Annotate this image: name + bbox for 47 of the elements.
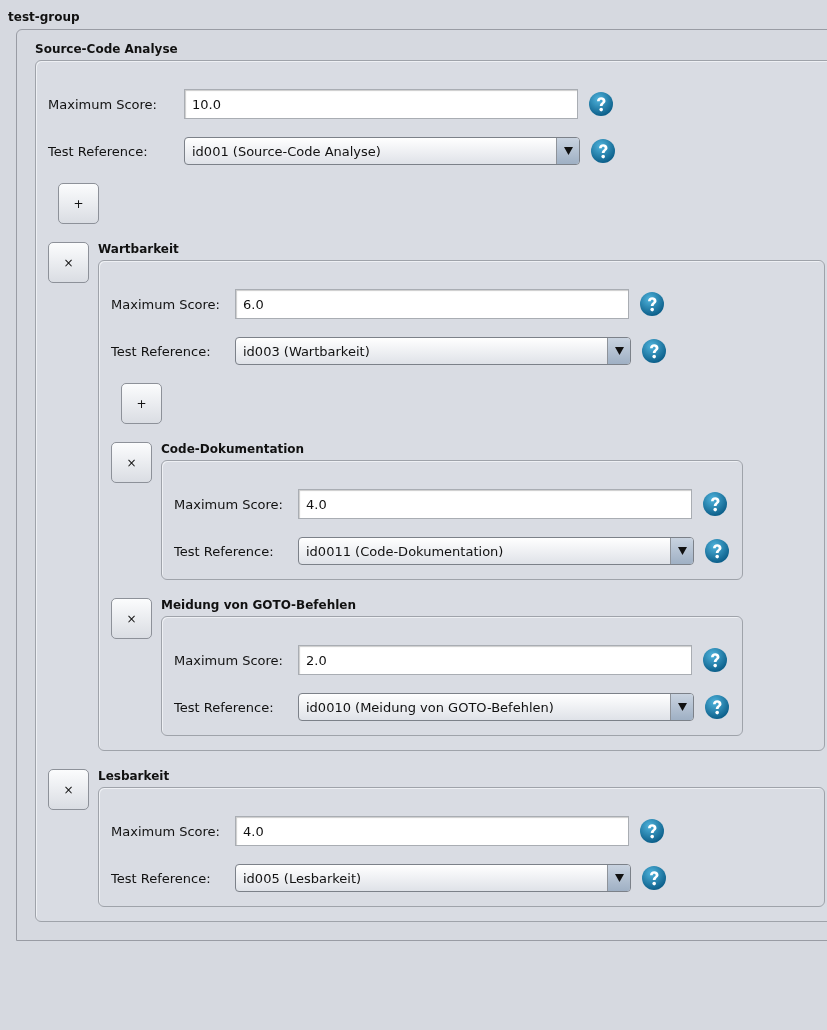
- maximum-score-field[interactable]: 10.0: [184, 89, 578, 119]
- group-title: Code-Dokumentation: [161, 442, 306, 457]
- remove-button[interactable]: ×: [48, 769, 89, 810]
- field-label: Test Reference:: [174, 543, 275, 559]
- field-label: Test Reference:: [111, 870, 212, 886]
- help-icon[interactable]: [702, 491, 728, 517]
- maximum-score-field[interactable]: 4.0: [298, 489, 692, 519]
- test-reference-dropdown[interactable]: id005 (Lesbarkeit): [235, 864, 631, 892]
- group-title: Lesbarkeit: [98, 769, 171, 784]
- field-label: Maximum Score:: [48, 96, 158, 112]
- field-label: Test Reference:: [48, 143, 149, 159]
- dropdown-arrow-icon: [563, 147, 573, 155]
- help-icon[interactable]: [641, 865, 667, 891]
- field-label: Test Reference:: [111, 343, 212, 359]
- group-title: Meidung von GOTO-Befehlen: [161, 598, 358, 613]
- group-title: Source-Code Analyse: [35, 42, 179, 57]
- field-label: Maximum Score:: [111, 823, 221, 839]
- help-icon[interactable]: [641, 338, 667, 364]
- help-icon[interactable]: [639, 818, 665, 844]
- test-reference-dropdown[interactable]: id0010 (Meidung von GOTO-Befehlen): [298, 693, 694, 721]
- window-title: test-group: [8, 10, 81, 25]
- test-reference-dropdown[interactable]: id0011 (Code-Dokumentation): [298, 537, 694, 565]
- test-reference-dropdown[interactable]: id001 (Source-Code Analyse): [184, 137, 580, 165]
- help-icon[interactable]: [702, 647, 728, 673]
- help-icon[interactable]: [704, 538, 730, 564]
- dropdown-arrow-icon: [614, 347, 624, 355]
- field-label: Maximum Score:: [174, 652, 284, 668]
- test-reference-dropdown[interactable]: id003 (Wartbarkeit): [235, 337, 631, 365]
- help-icon[interactable]: [588, 91, 614, 117]
- help-icon[interactable]: [639, 291, 665, 317]
- field-label: Maximum Score:: [111, 296, 221, 312]
- add-button[interactable]: +: [121, 383, 162, 424]
- field-label: Maximum Score:: [174, 496, 284, 512]
- remove-button[interactable]: ×: [111, 598, 152, 639]
- help-icon[interactable]: [704, 694, 730, 720]
- add-button[interactable]: +: [58, 183, 99, 224]
- maximum-score-field[interactable]: 6.0: [235, 289, 629, 319]
- remove-button[interactable]: ×: [111, 442, 152, 483]
- dropdown-arrow-icon: [677, 703, 687, 711]
- maximum-score-field[interactable]: 2.0: [298, 645, 692, 675]
- dropdown-arrow-icon: [614, 874, 624, 882]
- field-label: Test Reference:: [174, 699, 275, 715]
- group-title: Wartbarkeit: [98, 242, 180, 257]
- dropdown-arrow-icon: [677, 547, 687, 555]
- maximum-score-field[interactable]: 4.0: [235, 816, 629, 846]
- help-icon[interactable]: [590, 138, 616, 164]
- remove-button[interactable]: ×: [48, 242, 89, 283]
